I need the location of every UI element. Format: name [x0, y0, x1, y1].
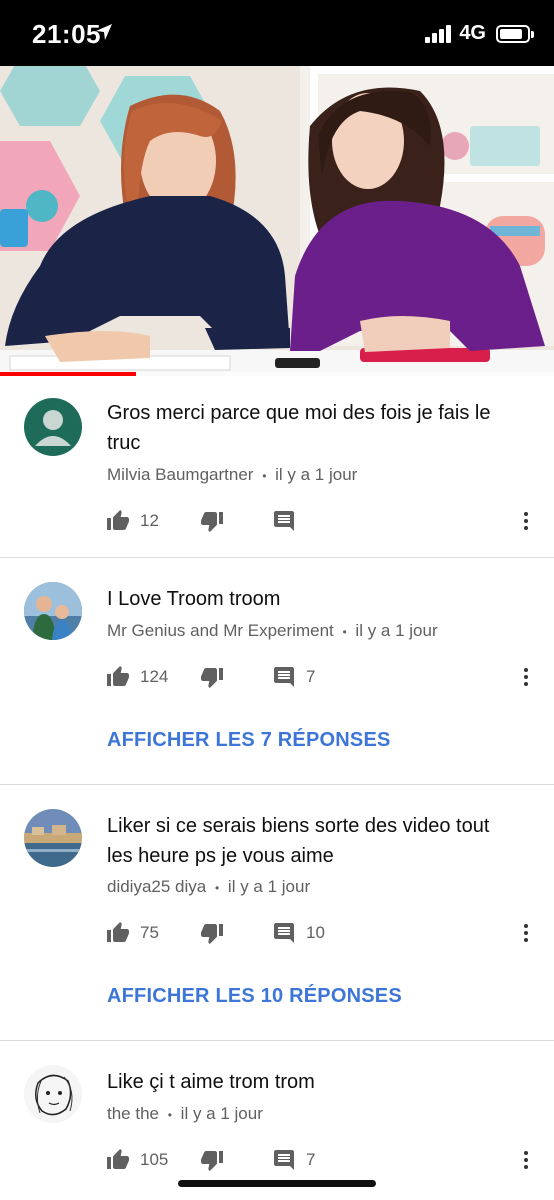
more-options-button[interactable] — [514, 506, 538, 536]
cellular-signal-icon — [425, 24, 453, 43]
comment-icon — [274, 1150, 294, 1170]
comment: I Love Troom troom Mr Genius and Mr Expe… — [0, 558, 554, 785]
meta-separator: • — [262, 469, 267, 483]
thumbs-up-icon — [107, 922, 129, 942]
reply-count: 7 — [306, 1150, 316, 1169]
comment-icon — [274, 511, 294, 531]
status-time: 21:05 — [32, 19, 101, 49]
meta-separator: • — [214, 881, 220, 895]
status-bar: 21:05 4G — [0, 0, 554, 66]
meta-separator: • — [342, 625, 347, 639]
battery-level — [500, 28, 523, 39]
comment-meta: didiya25 diya • il y a 1 jour — [107, 877, 310, 897]
comment-actions: 12 — [106, 506, 538, 536]
like-button[interactable]: 12 — [106, 506, 159, 536]
like-count: 105 — [140, 1150, 169, 1169]
thumbs-down-icon — [201, 512, 223, 532]
photo-avatar[interactable] — [24, 809, 82, 867]
comment-icon — [274, 923, 294, 943]
thumbs-down-icon — [201, 1151, 223, 1171]
like-button[interactable]: 75 — [106, 918, 159, 948]
show-replies-link[interactable]: AFFICHER LES 10 RÉPONSES — [107, 985, 402, 1008]
more-options-button[interactable] — [514, 662, 538, 692]
comment-text: I Love Troom troom — [107, 588, 281, 610]
avatar-drawing — [24, 1065, 82, 1123]
comment-text: Gros merci parce que moi des fois je fai… — [107, 402, 491, 454]
comment-author[interactable]: Mr Genius and Mr Experiment — [107, 621, 334, 640]
dislike-button[interactable] — [200, 662, 224, 692]
reply-button[interactable]: 10 — [272, 918, 325, 948]
more-vert-icon — [524, 512, 528, 530]
battery-icon — [496, 24, 534, 43]
reply-button[interactable]: 7 — [272, 1145, 315, 1175]
thumbs-down-icon — [201, 668, 223, 688]
like-button[interactable]: 124 — [106, 662, 168, 692]
comment-author[interactable]: didiya25 diya — [107, 877, 206, 896]
comment-meta: Milvia Baumgartner • il y a 1 jour — [107, 465, 357, 485]
reply-count: 10 — [306, 923, 325, 942]
comment-actions: 124 7 — [106, 662, 538, 692]
comment-time: il y a 1 jour — [227, 877, 311, 896]
show-replies-link[interactable]: AFFICHER LES 7 RÉPONSES — [107, 729, 391, 752]
home-indicator[interactable] — [178, 1180, 376, 1187]
thumbs-up-icon — [107, 1149, 129, 1169]
reply-button[interactable]: 7 — [272, 662, 315, 692]
video-frame — [0, 66, 554, 376]
comment: Like çi t aime trom trom the the • il y … — [0, 1041, 554, 1200]
photo-avatar[interactable] — [24, 582, 82, 640]
avatar-photo — [24, 809, 82, 867]
like-button[interactable]: 105 — [106, 1145, 168, 1175]
more-vert-icon — [524, 924, 528, 942]
location-arrow-icon — [96, 24, 112, 40]
reply-count: 7 — [306, 667, 316, 686]
meta-separator: • — [167, 1108, 172, 1122]
like-count: 75 — [140, 923, 159, 942]
avatar-photo — [24, 582, 82, 640]
comment-icon — [274, 667, 294, 687]
comment-author[interactable]: Milvia Baumgartner — [107, 465, 253, 484]
comment-actions: 75 10 — [106, 918, 538, 948]
thumbs-down-icon — [201, 924, 223, 944]
comment-time: il y a 1 jour — [275, 465, 358, 484]
dislike-button[interactable] — [200, 1145, 224, 1175]
network-type: 4G — [459, 22, 486, 44]
comment-meta: Mr Genius and Mr Experiment • il y a 1 j… — [107, 621, 438, 641]
reply-button[interactable] — [272, 506, 306, 536]
comment-actions: 105 7 — [106, 1145, 538, 1175]
comment-author[interactable]: the the — [107, 1104, 159, 1123]
comment: Liker si ce serais biens sorte des video… — [0, 785, 554, 1041]
status-indicators: 4G — [425, 22, 534, 45]
comment-text: Like çi t aime trom trom — [107, 1071, 315, 1093]
dislike-button[interactable] — [200, 506, 224, 536]
comment-meta: the the • il y a 1 jour — [107, 1104, 263, 1124]
thumbs-up-icon — [107, 666, 129, 686]
more-options-button[interactable] — [514, 1145, 538, 1175]
more-vert-icon — [524, 668, 528, 686]
video-player[interactable] — [0, 66, 554, 376]
more-options-button[interactable] — [514, 918, 538, 948]
drawing-avatar[interactable] — [24, 1065, 82, 1123]
more-vert-icon — [524, 1151, 528, 1169]
default-user-avatar[interactable] — [24, 398, 82, 456]
like-count: 124 — [140, 667, 169, 686]
comment-time: il y a 1 jour — [355, 621, 438, 640]
comment: Gros merci parce que moi des fois je fai… — [0, 376, 554, 558]
comment-text: Liker si ce serais biens sorte des video… — [107, 815, 490, 867]
comment-time: il y a 1 jour — [180, 1104, 263, 1123]
like-count: 12 — [140, 511, 159, 530]
thumbs-up-icon — [107, 510, 129, 530]
person-icon — [35, 410, 71, 446]
dislike-button[interactable] — [200, 918, 224, 948]
